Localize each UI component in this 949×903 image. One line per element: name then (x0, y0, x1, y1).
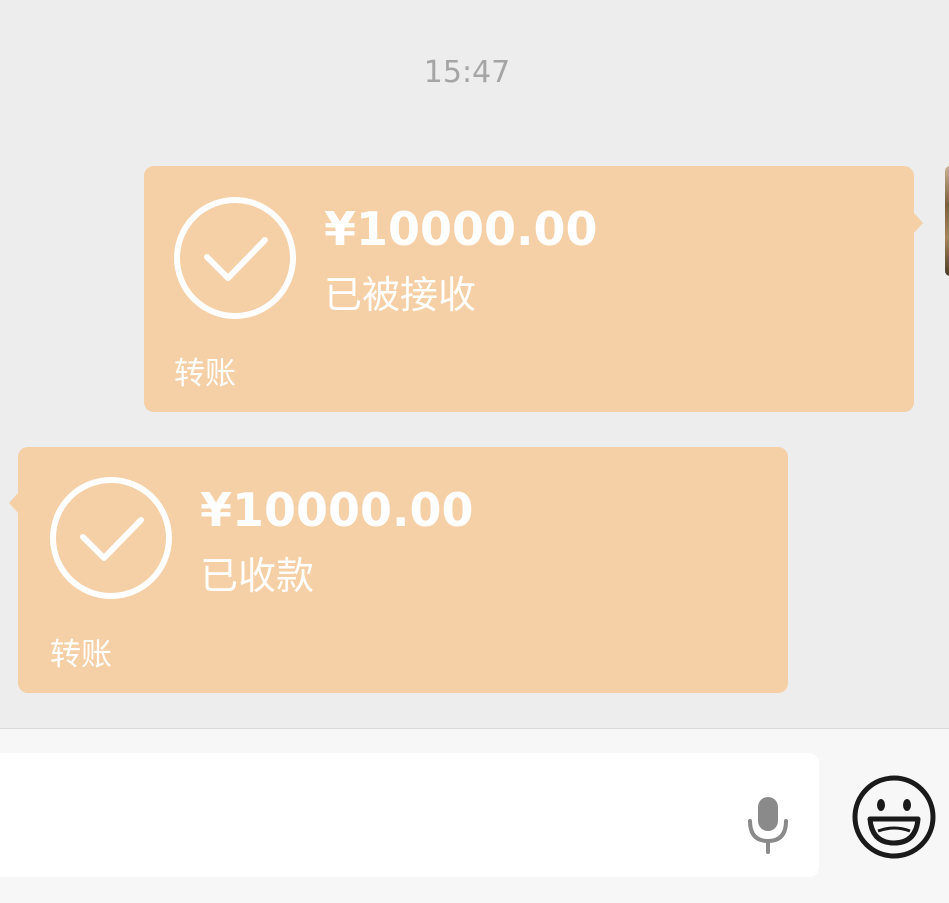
transfer-message-sent[interactable]: ¥10000.00 已被接收 转账 (144, 166, 923, 412)
transfer-status: 已被接收 (324, 273, 477, 317)
transfer-amount: ¥10000.00 (200, 483, 474, 537)
microphone-icon[interactable] (742, 795, 794, 855)
transfer-label: 转账 (50, 637, 112, 673)
sender-avatar[interactable] (945, 166, 949, 276)
message-input[interactable] (0, 753, 819, 877)
transfer-status: 已收款 (200, 554, 315, 598)
transfer-label: 转账 (174, 356, 236, 392)
message-timestamp: 15:47 (423, 55, 511, 90)
emoji-smile-icon[interactable] (850, 773, 938, 861)
chat-input-bar (0, 728, 949, 903)
check-circle-icon (50, 477, 172, 599)
chat-message-area[interactable]: 15:47 ¥10000.00 已被接收 转账 ¥10000.00 已收款 转账 (0, 0, 949, 728)
transfer-message-received[interactable]: ¥10000.00 已收款 转账 (9, 447, 788, 693)
check-circle-icon (174, 197, 296, 319)
transfer-amount: ¥10000.00 (324, 202, 598, 256)
